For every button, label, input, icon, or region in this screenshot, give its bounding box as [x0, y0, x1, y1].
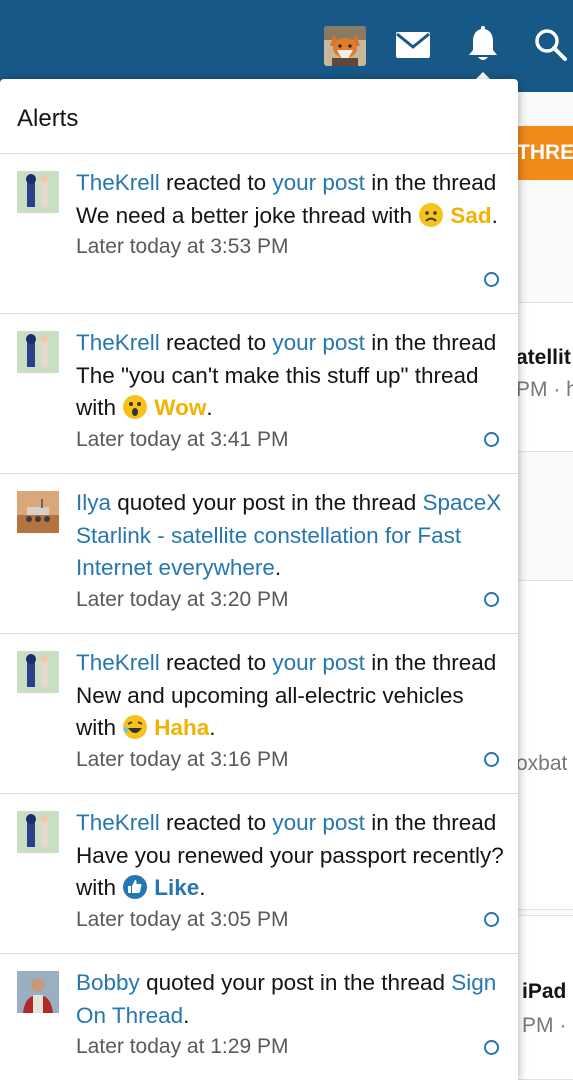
alert-connector: in the thread [364, 650, 497, 675]
mark-read-toggle[interactable] [484, 1040, 499, 1055]
username-link[interactable]: TheKrell [76, 330, 160, 355]
robot-figure-avatar[interactable] [17, 331, 59, 373]
mark-read-toggle[interactable] [484, 912, 499, 927]
alert-text: Bobby quoted your post in the thread Sig… [76, 967, 504, 1062]
mark-read-toggle[interactable] [484, 432, 499, 447]
username-link[interactable]: TheKrell [76, 170, 160, 195]
alert-suffix: . [274, 555, 282, 580]
alert-item[interactable]: TheKrell reacted to your post in the thr… [0, 634, 518, 794]
alert-connector: in the thread [364, 810, 497, 835]
bg-snippet: PM · h [516, 378, 573, 401]
alerts-popup: Alerts TheKrell reacted to your post in … [0, 79, 518, 1080]
alert-verb: reacted to [159, 170, 273, 195]
mars-rover-avatar[interactable] [17, 491, 59, 533]
alert-verb: reacted to [159, 650, 273, 675]
person-photo-avatar[interactable] [17, 971, 59, 1013]
bg-snippet: PM · [522, 1014, 567, 1037]
alert-connector: in the thread [364, 330, 497, 355]
user-avatar[interactable] [324, 26, 366, 66]
alert-time: Later today at 3:41 PM [76, 427, 289, 451]
username-link[interactable]: Ilya [76, 490, 111, 515]
your-post-link[interactable]: your post [272, 330, 365, 355]
alert-time: Later today at 3:20 PM [76, 587, 289, 611]
robot-figure-avatar[interactable] [17, 811, 59, 853]
alert-item[interactable]: TheKrell reacted to your post in the thr… [0, 794, 518, 954]
thread-title: New and upcoming all-electric vehicles [76, 682, 464, 708]
alert-with: with [76, 395, 123, 420]
alert-time: Later today at 3:05 PM [76, 907, 289, 931]
alert-item[interactable]: TheKrell reacted to your post in the thr… [0, 314, 518, 474]
alert-verb: reacted to [159, 330, 273, 355]
alert-item[interactable]: Ilya quoted your post in the thread Spac… [0, 474, 518, 634]
mark-read-toggle[interactable] [484, 752, 499, 767]
sad-emoji-icon [418, 202, 444, 228]
alert-time: Later today at 3:53 PM [76, 235, 289, 258]
username-link[interactable]: TheKrell [76, 650, 160, 675]
mail-icon[interactable] [392, 24, 434, 66]
alert-text: TheKrell reacted to your post in the thr… [76, 647, 504, 775]
username-link[interactable]: TheKrell [76, 810, 160, 835]
alert-with: with [365, 202, 419, 228]
thread-title: The "you can't make this stuff up" threa… [76, 362, 479, 388]
alert-item[interactable]: Bobby quoted your post in the thread Sig… [0, 954, 518, 1080]
bg-snippet: oxbat [516, 752, 568, 775]
reaction-label: Sad [450, 202, 492, 228]
your-post-link[interactable]: your post [272, 170, 365, 195]
alert-verb: quoted your post in the thread [139, 970, 452, 995]
alert-connector: in the thread [364, 170, 497, 195]
alert-text: TheKrell reacted to your post in the thr… [76, 327, 504, 455]
alert-text: TheKrell reacted to your post in the thr… [76, 167, 504, 262]
alert-verb: reacted to [159, 810, 273, 835]
robot-figure-avatar[interactable] [17, 651, 59, 693]
thread-title: We need a better joke thread [76, 202, 366, 228]
bell-icon[interactable] [462, 24, 504, 66]
like-thumb-icon [122, 874, 148, 900]
reaction-label: Wow [154, 395, 207, 420]
reaction-label: Like [154, 875, 200, 900]
your-post-link[interactable]: your post [272, 650, 365, 675]
mark-read-toggle[interactable] [484, 592, 499, 607]
search-icon[interactable] [530, 24, 572, 66]
alert-with: with [76, 715, 123, 740]
alert-text: Ilya quoted your post in the thread Spac… [76, 487, 504, 615]
alert-time: Later today at 3:16 PM [76, 747, 289, 771]
bg-snippet: iPad [522, 980, 567, 1003]
popup-title: Alerts [0, 79, 518, 154]
thread-title: Have you renewed your passport recently? [76, 842, 504, 868]
alert-verb: quoted your post in the thread [111, 490, 423, 515]
mark-read-toggle[interactable] [484, 272, 499, 287]
reaction-label: Haha [154, 715, 210, 740]
alert-time: Later today at 1:29 PM [76, 1035, 289, 1058]
alert-text: TheKrell reacted to your post in the thr… [76, 807, 504, 935]
alert-with: with [76, 875, 123, 900]
haha-emoji-icon [122, 714, 148, 740]
bg-snippet: atellit [516, 346, 571, 369]
your-post-link[interactable]: your post [272, 810, 365, 835]
alert-item[interactable]: TheKrell reacted to your post in the thr… [0, 154, 518, 314]
robot-figure-avatar[interactable] [17, 171, 59, 213]
alert-suffix: . [183, 1002, 190, 1028]
wow-emoji-icon [122, 394, 148, 420]
username-link[interactable]: Bobby [76, 970, 140, 995]
